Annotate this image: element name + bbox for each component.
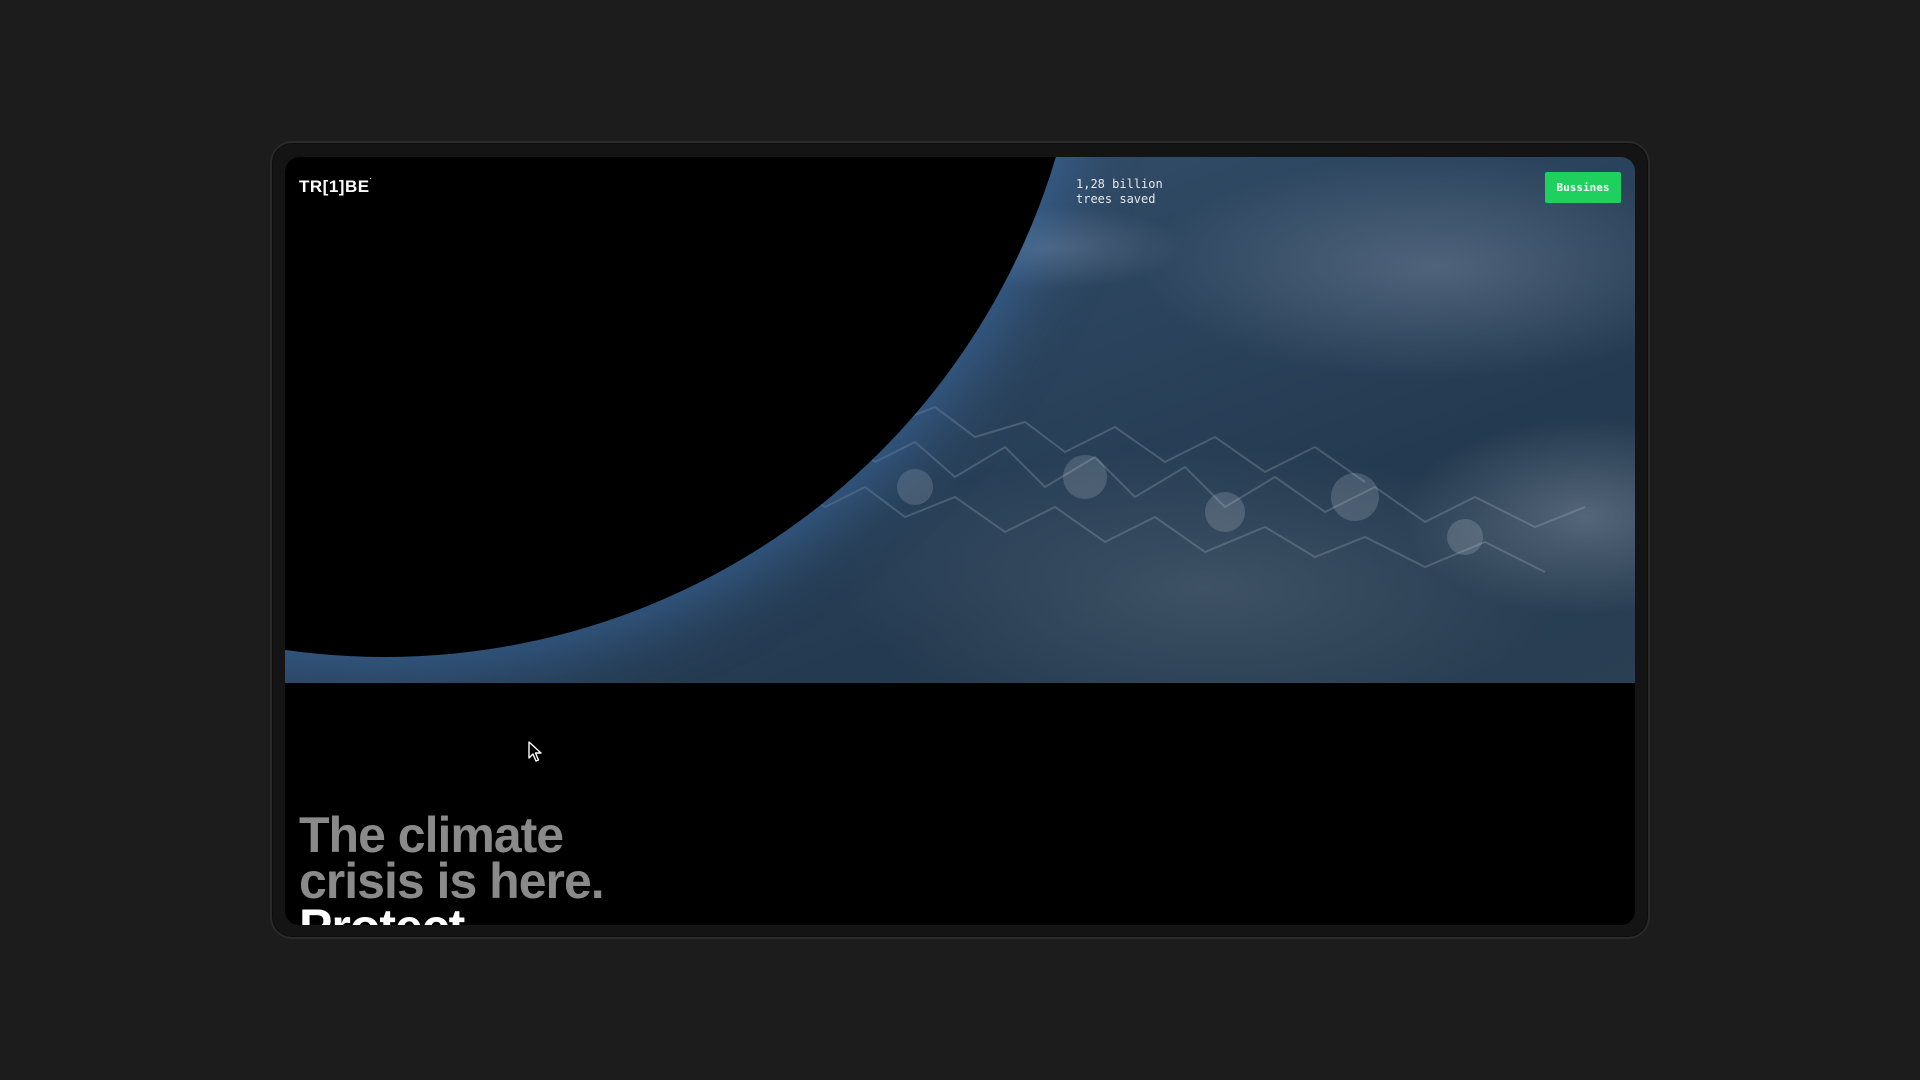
hero-earth-image: TR[1]BE· 1,28 billion trees saved Bussin… (285, 157, 1635, 683)
logo-mark: · (369, 176, 373, 184)
browser-viewport: TR[1]BE· 1,28 billion trees saved Bussin… (285, 157, 1635, 925)
logo-text: TR[1]BE (299, 177, 370, 196)
mouse-pointer-icon (528, 741, 542, 762)
trees-saved-stat: 1,28 billion trees saved (1076, 177, 1163, 207)
headline-line-2: crisis is here. (299, 853, 605, 909)
stat-label: trees saved (1076, 192, 1156, 206)
business-button[interactable]: Bussines (1545, 172, 1621, 203)
hero-headline: The climate crisis is here. Protect (299, 807, 605, 925)
stat-value: 1,28 billion (1076, 177, 1163, 191)
headline-line-1: The climate (299, 807, 564, 863)
logo[interactable]: TR[1]BE· (299, 176, 373, 197)
